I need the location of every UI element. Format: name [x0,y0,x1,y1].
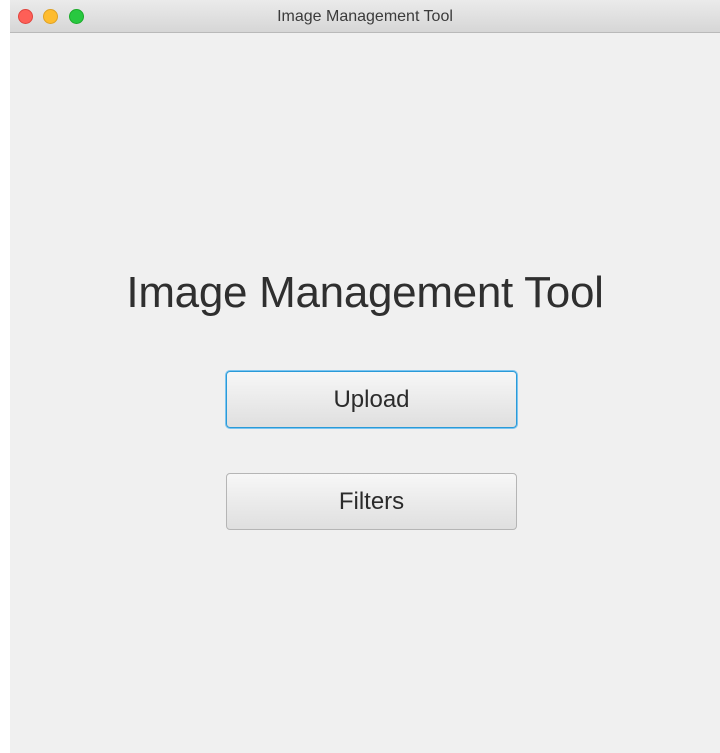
app-window: Image Management Tool Image Management T… [10,0,720,753]
filters-button[interactable]: Filters [226,473,517,530]
title-bar[interactable]: Image Management Tool [10,0,720,33]
upload-button[interactable]: Upload [226,371,517,428]
window-title: Image Management Tool [277,8,453,25]
page-title: Image Management Tool [126,268,604,317]
